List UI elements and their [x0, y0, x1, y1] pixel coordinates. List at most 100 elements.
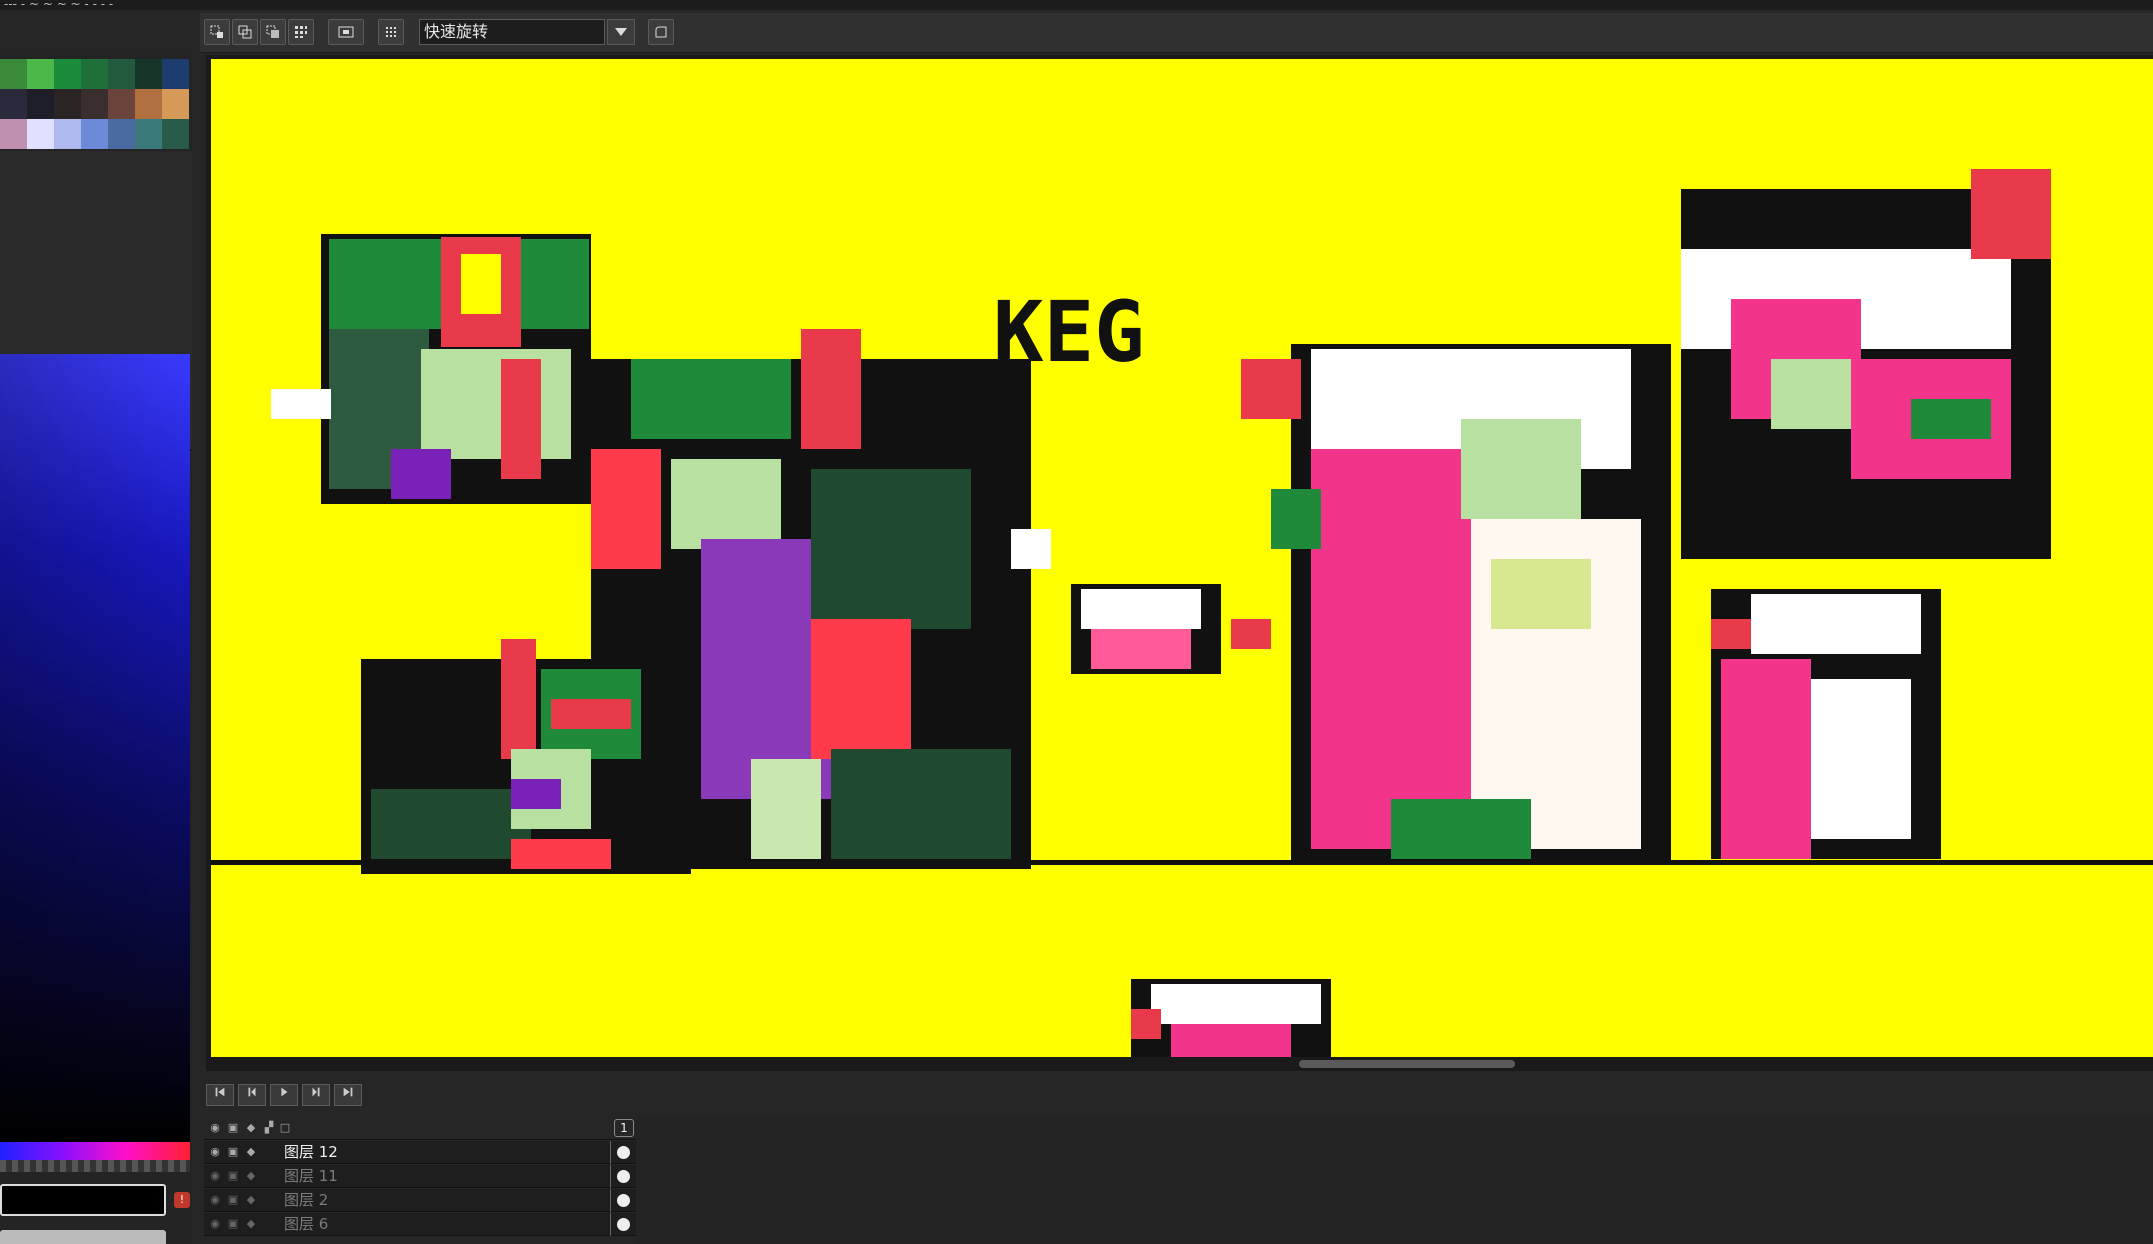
- palette-swatch[interactable]: [27, 119, 54, 149]
- palette-swatch[interactable]: [81, 89, 108, 119]
- color-palette: [0, 59, 189, 151]
- lasso-button[interactable]: [648, 19, 674, 45]
- animation-controls: [206, 1080, 2153, 1110]
- lock-all-icon[interactable]: ▣: [226, 1121, 240, 1135]
- prev-frame-button[interactable]: [238, 1084, 266, 1106]
- layer-group-icon[interactable]: ▞: [262, 1121, 276, 1135]
- sprite-small-green-character: [361, 639, 691, 874]
- layer-separator: [610, 1189, 611, 1212]
- rotation-mode-select[interactable]: 快速旋转: [419, 19, 605, 45]
- color-reset-icon[interactable]: !: [174, 1192, 190, 1208]
- palette-swatch[interactable]: [54, 59, 81, 89]
- canvas-horizontal-scrollbar[interactable]: [1299, 1060, 1515, 1068]
- layer-separator: [610, 1141, 611, 1164]
- palette-swatch[interactable]: [135, 59, 162, 89]
- palette-swatch[interactable]: [81, 59, 108, 89]
- new-layer-icon[interactable]: □: [278, 1121, 292, 1135]
- sprite-flower-bottom: [1131, 979, 1331, 1057]
- color-hex-field[interactable]: [0, 1184, 166, 1216]
- palette-swatch[interactable]: [135, 119, 162, 149]
- last-frame-button[interactable]: [334, 1084, 362, 1106]
- visibility-all-icon[interactable]: ◉: [208, 1121, 222, 1135]
- lock-icon[interactable]: ▣: [226, 1193, 240, 1207]
- layer-separator: [610, 1213, 611, 1236]
- eye-icon[interactable]: ◉: [208, 1169, 222, 1183]
- layers-panel: ◉ ▣ ◆ ▞ □ 1 ◉ ▣ ◆ 图层 12 ◉ ▣ ◆ 图层 11 ◉ ▣ ◆ 图层 2 ◉ ▣ ◆ 图层…: [204, 1117, 636, 1244]
- prev-frame-icon: [248, 1087, 256, 1097]
- select-grid-button[interactable]: [288, 19, 314, 45]
- rotation-dropdown-button[interactable]: [607, 19, 635, 45]
- lock-icon[interactable]: ▣: [226, 1217, 240, 1231]
- palette-swatch[interactable]: [54, 89, 81, 119]
- layer-row[interactable]: ◉ ▣ ◆ 图层 2: [204, 1189, 636, 1212]
- select-paste-button[interactable]: [260, 19, 286, 45]
- sprite-flower-head: [1681, 169, 2051, 559]
- eye-icon[interactable]: ◉: [208, 1193, 222, 1207]
- palette-swatch[interactable]: [0, 59, 27, 89]
- keyframe-dot-icon[interactable]: [617, 1218, 630, 1231]
- palette-swatch[interactable]: [81, 119, 108, 149]
- sprite-flower-small: [1071, 584, 1271, 674]
- select-rect-button[interactable]: [204, 19, 230, 45]
- pixel-editor-window: --- - ~ ~ ~ ~ - - - - 快速旋转 ! KEG ◉ ▣ ◆ ▞…: [0, 0, 2153, 1244]
- sprite-head-green-hat: [271, 234, 591, 504]
- palette-swatch[interactable]: [0, 89, 27, 119]
- grid-icon: [386, 27, 396, 37]
- layer-row[interactable]: ◉ ▣ ◆ 图层 6: [204, 1213, 636, 1236]
- layers-header: ◉ ▣ ◆ ▞ □ 1: [204, 1117, 636, 1140]
- palette-swatch[interactable]: [162, 119, 189, 149]
- link-all-icon[interactable]: ◆: [244, 1121, 258, 1135]
- layer-name: 图层 6: [284, 1215, 329, 1233]
- keyframe-dot-icon[interactable]: [617, 1194, 630, 1207]
- play-button[interactable]: [270, 1084, 298, 1106]
- palette-swatch[interactable]: [27, 89, 54, 119]
- palette-swatch[interactable]: [135, 89, 162, 119]
- lock-icon[interactable]: ▣: [226, 1169, 240, 1183]
- eye-icon[interactable]: ◉: [208, 1217, 222, 1231]
- play-icon: [281, 1087, 288, 1097]
- palette-swatch[interactable]: [54, 119, 81, 149]
- grid-toggle-button[interactable]: [378, 19, 404, 45]
- layer-row[interactable]: ◉ ▣ ◆ 图层 12: [204, 1141, 636, 1164]
- sprite-pink-white-large: [1241, 344, 1671, 864]
- layer-row[interactable]: ◉ ▣ ◆ 图层 11: [204, 1165, 636, 1188]
- link-icon[interactable]: ◆: [244, 1217, 258, 1231]
- link-icon[interactable]: ◆: [244, 1193, 258, 1207]
- canvas-artwork: KEG: [211, 169, 2153, 1057]
- palette-swatch[interactable]: [108, 89, 135, 119]
- next-frame-icon: [312, 1087, 320, 1097]
- frame-number[interactable]: 1: [614, 1119, 634, 1137]
- color-picker-shade: [0, 354, 190, 1142]
- palette-swatch[interactable]: [108, 119, 135, 149]
- window-title: --- - ~ ~ ~ ~ - - - -: [4, 0, 114, 10]
- palette-swatch[interactable]: [108, 59, 135, 89]
- palette-swatch[interactable]: [162, 89, 189, 119]
- link-icon[interactable]: ◆: [244, 1145, 258, 1159]
- eye-icon[interactable]: ◉: [208, 1145, 222, 1159]
- layer-name: 图层 11: [284, 1167, 338, 1185]
- toolbar: 快速旋转: [200, 13, 2153, 53]
- layer-separator: [610, 1165, 611, 1188]
- chevron-down-icon: [615, 28, 627, 36]
- palette-swatch[interactable]: [0, 119, 27, 149]
- layer-name: 图层 2: [284, 1191, 329, 1209]
- palette-swatch[interactable]: [27, 59, 54, 89]
- paste-icon: [266, 25, 279, 38]
- grid-select-icon: [295, 26, 307, 38]
- link-icon[interactable]: ◆: [244, 1169, 258, 1183]
- next-frame-button[interactable]: [302, 1084, 330, 1106]
- fit-view-button[interactable]: [328, 19, 364, 45]
- keyframe-dot-icon[interactable]: [617, 1170, 630, 1183]
- hue-slider[interactable]: [0, 1142, 190, 1160]
- drawing-canvas[interactable]: KEG: [211, 59, 2153, 1057]
- title-strip: --- - ~ ~ ~ ~ - - - -: [0, 0, 2153, 10]
- palette-swatch[interactable]: [162, 59, 189, 89]
- first-frame-button[interactable]: [206, 1084, 234, 1106]
- lock-icon[interactable]: ▣: [226, 1145, 240, 1159]
- alpha-strip[interactable]: [0, 1160, 190, 1172]
- keyframe-dot-icon[interactable]: [617, 1146, 630, 1159]
- select-copy-button[interactable]: [232, 19, 258, 45]
- secondary-color-field[interactable]: [0, 1230, 166, 1244]
- timeline-area[interactable]: [636, 1117, 2153, 1244]
- lasso-icon: [655, 26, 667, 38]
